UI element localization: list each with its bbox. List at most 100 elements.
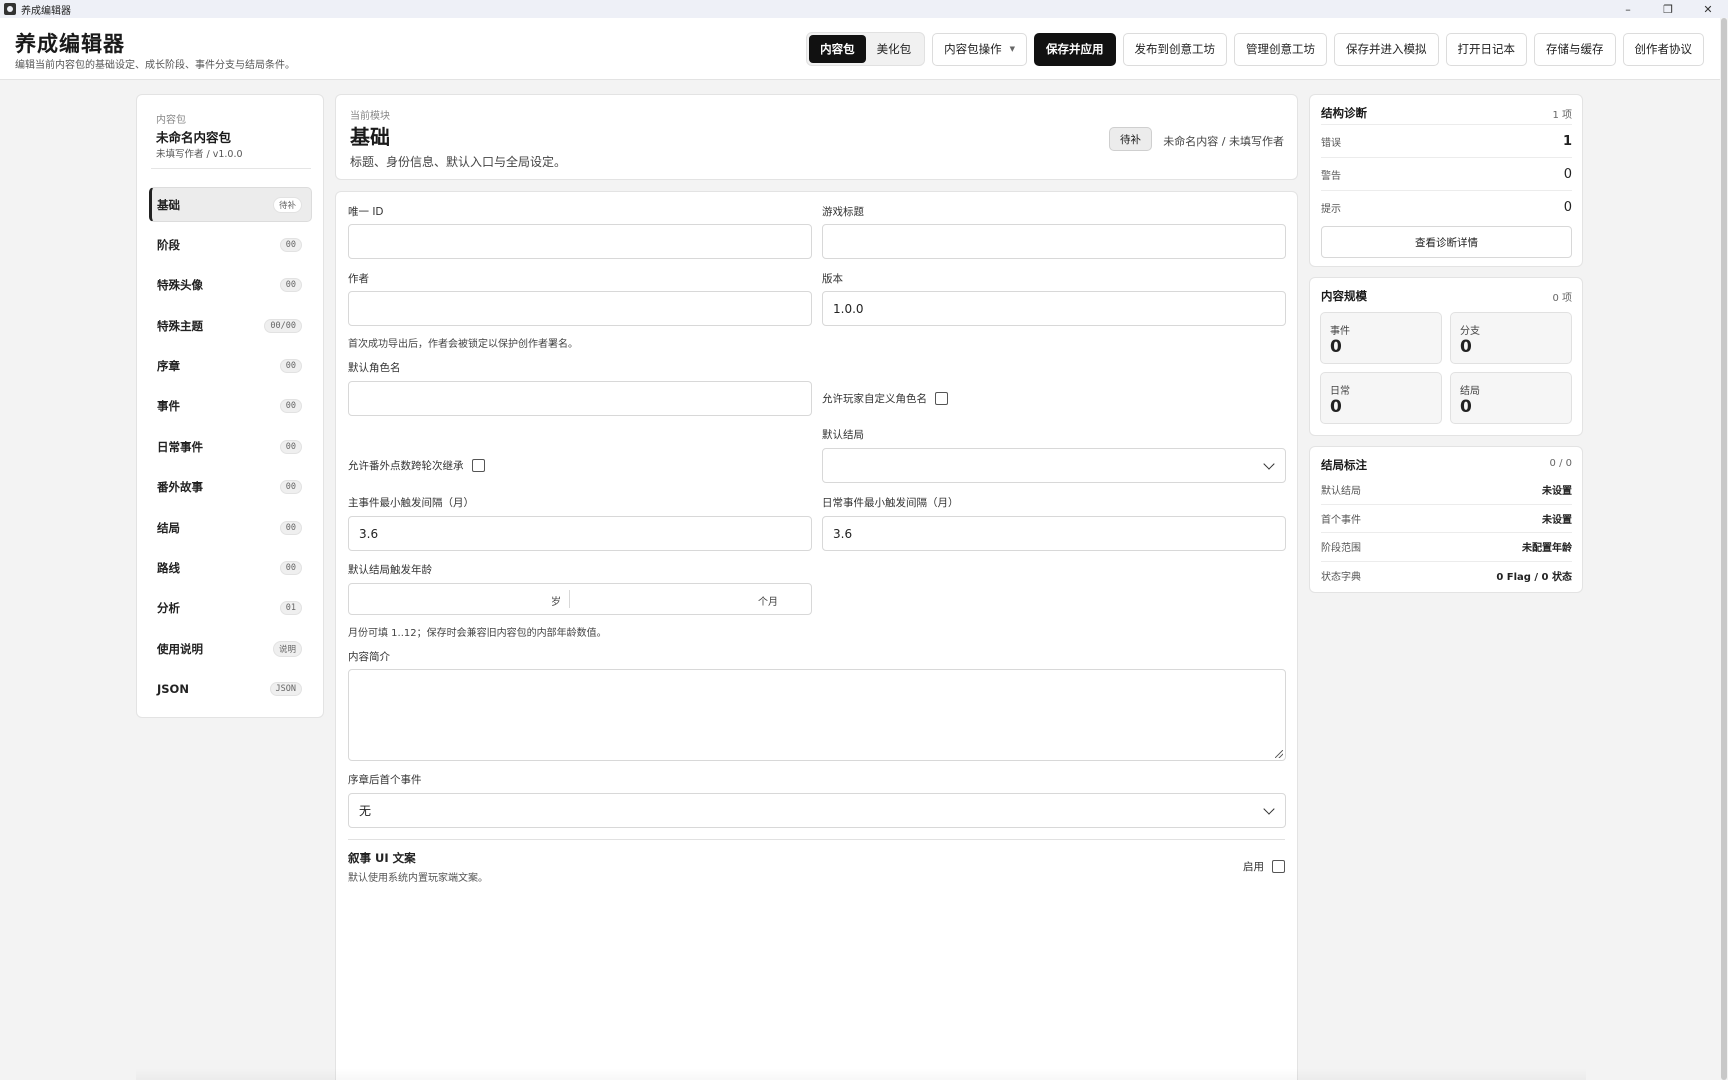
bottom-shadow [136, 1068, 1586, 1080]
sidebar-item-special-theme[interactable]: 特殊主题 00/00 [149, 308, 312, 343]
scale-title: 内容规模 [1321, 289, 1367, 303]
minimize-icon[interactable]: – [1608, 0, 1648, 18]
toolbar: 内容包 美化包 内容包操作 ▼ 保存并应用 发布到创意工坊 管理创意工坊 保存并… [806, 32, 1704, 66]
author-label: 作者 [348, 273, 369, 285]
daily-interval-label: 日常事件最小触发间隔（月） [822, 497, 959, 509]
sidebar: 内容包 未命名内容包 未填写作者 / v1.0.0 基础 待补 阶段 00 特殊头像… [136, 94, 324, 718]
end-value: 未设置 [1542, 514, 1572, 526]
page-title: 基础 [350, 125, 390, 149]
maximize-icon[interactable]: ❐ [1648, 0, 1688, 18]
sidebar-item-guide[interactable]: 使用说明 说明 [149, 631, 312, 666]
first-event-select[interactable]: 无 [348, 793, 1286, 828]
app-subtitle: 编辑当前内容包的基础设定、成长阶段、事件分支与结局条件。 [15, 60, 295, 71]
stat-value: 0 [1330, 337, 1342, 357]
creator-agreement-button[interactable]: 创作者协议 [1622, 32, 1704, 66]
sidebar-item-stages[interactable]: 阶段 00 [149, 227, 312, 262]
manage-workshop-button[interactable]: 管理创意工坊 [1234, 32, 1327, 66]
module-kicker: 当前模块 [350, 111, 390, 122]
nav-badge: 待补 [272, 196, 302, 213]
stat-branches: 分支 0 [1450, 312, 1572, 364]
allow-custom-name-label: 允许玩家自定义角色名 [822, 393, 927, 405]
default-ending-label: 默认结局 [822, 429, 864, 441]
diag-row-errors: 错误 1 [1321, 124, 1572, 157]
nav-label: 番外故事 [157, 480, 203, 495]
end-row-state-dict: 状态字典 0 Flag / 0 状态 [1321, 560, 1572, 590]
sidebar-item-routes[interactable]: 路线 00 [149, 551, 312, 586]
scale-count: 0 项 [1552, 293, 1572, 304]
sidebar-item-json[interactable]: JSON JSON [149, 672, 312, 707]
main-interval-input[interactable]: 3.6 [348, 516, 812, 551]
sidebar-item-analysis[interactable]: 分析 01 [149, 591, 312, 626]
default-ending-select[interactable] [822, 448, 1286, 483]
sidebar-item-special-avatar[interactable]: 特殊头像 00 [149, 268, 312, 303]
nav-label: 路线 [157, 561, 180, 576]
save-simulate-button[interactable]: 保存并进入模拟 [1334, 32, 1439, 66]
sidebar-item-side-stories[interactable]: 番外故事 00 [149, 470, 312, 505]
game-title-label: 游戏标题 [822, 206, 864, 218]
stat-events: 事件 0 [1320, 312, 1442, 364]
sidebar-item-events[interactable]: 事件 00 [149, 389, 312, 424]
endings-title: 结局标注 [1321, 458, 1367, 472]
chevron-down-icon [1263, 803, 1275, 815]
scrollbar-thumb[interactable] [1721, 18, 1727, 1080]
storage-cache-button[interactable]: 存储与缓存 [1534, 32, 1616, 66]
sidebar-item-basic[interactable]: 基础 待补 [149, 187, 312, 222]
ending-age-input[interactable]: 岁 个月 [348, 583, 812, 615]
sidebar-item-endings[interactable]: 结局 00 [149, 510, 312, 545]
author-hint: 首次成功导出后，作者会被锁定以保护创作者署名。 [348, 339, 578, 350]
end-key: 默认结局 [1321, 485, 1361, 497]
allow-custom-name-checkbox[interactable] [935, 392, 948, 405]
open-diary-button[interactable]: 打开日记本 [1445, 32, 1527, 66]
narrative-enable-label: 启用 [1243, 861, 1264, 873]
status-badge: 待补 [1109, 127, 1152, 151]
first-event-label: 序章后首个事件 [348, 774, 422, 786]
nav-label: 分析 [157, 601, 180, 616]
tab-theme-pack[interactable]: 美化包 [866, 35, 923, 63]
intro-label: 内容简介 [348, 651, 390, 663]
nav-badge: 00 [279, 439, 302, 454]
version-label: 版本 [822, 273, 843, 285]
allow-extra-points-label: 允许番外点数跨轮次继承 [348, 460, 464, 472]
nav-badge: 00 [279, 480, 302, 495]
default-role-input[interactable] [348, 381, 812, 416]
age-year-unit: 岁 [551, 597, 561, 608]
nav-label: 特殊头像 [157, 278, 203, 293]
first-event-value: 无 [359, 804, 372, 818]
publish-workshop-button[interactable]: 发布到创意工坊 [1122, 32, 1227, 66]
sidebar-nav: 基础 待补 阶段 00 特殊头像 00 特殊主题 00/00 序章 00 事件 00 日常事… [149, 187, 312, 712]
version-input[interactable]: 1.0.0 [822, 291, 1286, 326]
view-diagnostics-button[interactable]: 查看诊断详情 [1321, 226, 1572, 258]
diag-value: 0 [1563, 166, 1572, 182]
main-interval-label: 主事件最小触发间隔（月） [348, 497, 474, 509]
narrative-enable-row: 启用 [1243, 859, 1285, 874]
pack-label: 内容包 [156, 115, 186, 126]
diag-key: 错误 [1321, 137, 1341, 149]
stat-value: 0 [1460, 397, 1472, 417]
allow-extra-points-checkbox[interactable] [471, 459, 485, 472]
end-key: 阶段范围 [1321, 543, 1361, 555]
page-scrollbar[interactable] [1720, 18, 1728, 1080]
save-apply-button[interactable]: 保存并应用 [1034, 32, 1116, 66]
app-icon [4, 3, 16, 15]
diagnostics-title: 结构诊断 [1321, 106, 1367, 120]
narrative-enable-checkbox[interactable] [1272, 860, 1285, 873]
pack-ops-dropdown[interactable]: 内容包操作 ▼ [932, 32, 1027, 66]
author-input[interactable] [348, 291, 812, 326]
end-value: 未配置年龄 [1522, 543, 1572, 555]
nav-label: 使用说明 [157, 641, 203, 656]
sidebar-item-daily-events[interactable]: 日常事件 00 [149, 429, 312, 464]
close-icon[interactable]: ✕ [1688, 0, 1728, 18]
ending-age-label: 默认结局触发年龄 [348, 564, 432, 576]
game-title-input[interactable] [822, 224, 1286, 259]
sidebar-item-prologue[interactable]: 序章 00 [149, 349, 312, 384]
tab-content-pack[interactable]: 内容包 [809, 35, 866, 63]
intro-textarea[interactable] [348, 669, 1286, 761]
unique-id-input[interactable] [348, 224, 812, 259]
end-row-default-ending: 默认结局 未设置 [1321, 475, 1572, 504]
module-meta: 未命名内容 / 未填写作者 [1163, 135, 1284, 148]
resize-grip-icon[interactable] [1275, 750, 1283, 758]
daily-interval-input[interactable]: 3.6 [822, 516, 1286, 551]
diag-key: 提示 [1321, 203, 1341, 215]
nav-badge: 00 [279, 278, 302, 293]
diag-row-hints: 提示 0 [1321, 190, 1572, 223]
